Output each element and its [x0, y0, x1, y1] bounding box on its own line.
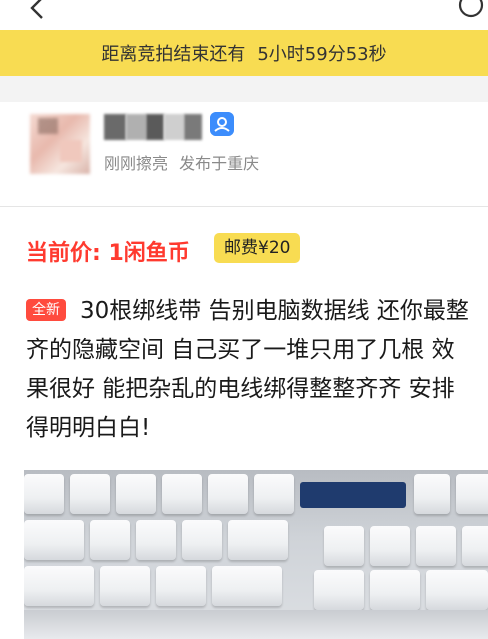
auction-countdown-banner: 距离竞拍结束还有 5小时59分53秒 [0, 30, 488, 76]
publish-location: 发布于重庆 [179, 154, 260, 173]
seller-name-blurred[interactable] [104, 114, 202, 140]
price-row: 当前价: 1闲鱼币 邮费¥20 [0, 207, 488, 283]
countdown-time: 5小时59分53秒 [257, 44, 387, 65]
current-price: 当前价: 1闲鱼币 [26, 241, 190, 266]
seller-info[interactable]: 刚刚擦亮 发布于重庆 [0, 102, 488, 206]
listing-description: 全新 30根绑线带 告别电脑数据线 还你最整齐的隐藏空间 自己买了一堆只用了几根 … [26, 292, 472, 448]
more-icon[interactable] [456, 0, 486, 20]
verified-icon [210, 112, 234, 136]
countdown-prefix: 距离竞拍结束还有 [101, 44, 246, 65]
shipping-fee-badge: 邮费¥20 [214, 233, 301, 263]
top-nav-bar [0, 0, 488, 30]
avatar[interactable] [30, 114, 90, 174]
condition-tag: 全新 [26, 299, 66, 321]
keyboard-brand-badge [300, 482, 406, 508]
back-arrow-icon[interactable] [26, 0, 52, 20]
description-text: 30根绑线带 告别电脑数据线 还你最整齐的隐藏空间 自己买了一堆只用了几根 效果… [26, 298, 469, 441]
section-gap [0, 76, 488, 102]
refresh-status: 刚刚擦亮 [104, 154, 169, 173]
seller-meta: 刚刚擦亮 发布于重庆 [104, 150, 259, 174]
listing-photo[interactable] [24, 470, 488, 639]
